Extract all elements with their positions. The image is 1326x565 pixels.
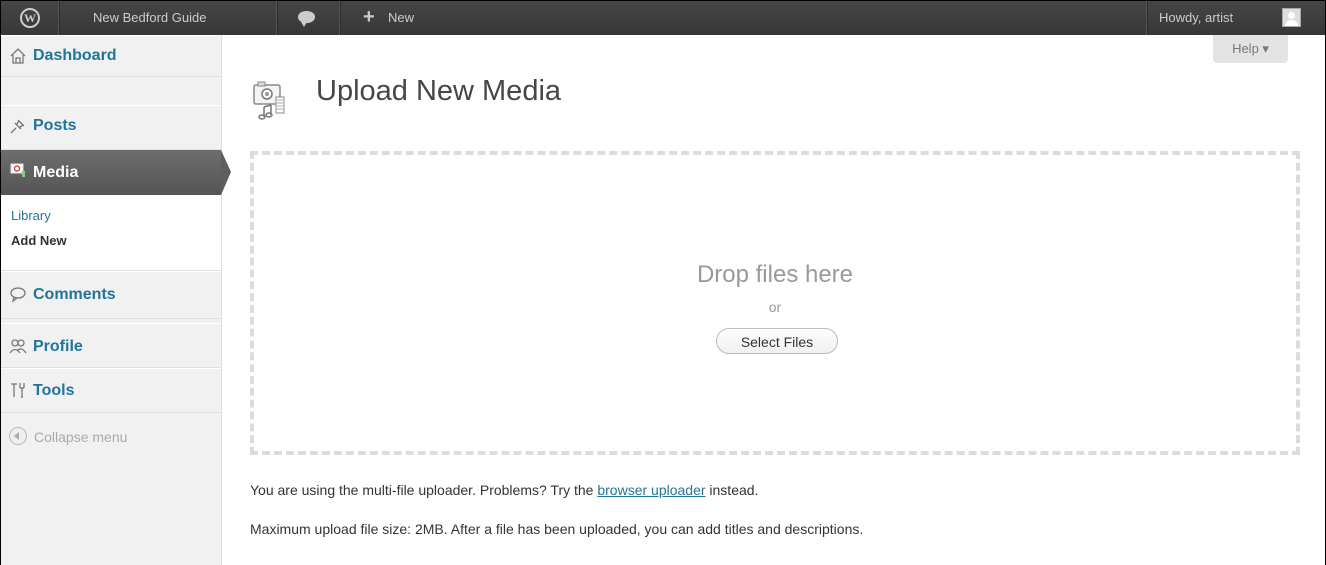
page-title: Upload New Media xyxy=(316,75,562,107)
uploader-info-line: You are using the multi-file uploader. P… xyxy=(250,482,758,498)
collapse-menu-label: Collapse menu xyxy=(34,429,128,445)
submenu-library[interactable]: Library xyxy=(11,208,51,223)
admin-bar-separator xyxy=(339,1,341,35)
pushpin-icon xyxy=(9,117,27,135)
new-content-link[interactable]: New xyxy=(388,1,414,35)
admin-bar-separator xyxy=(58,1,60,35)
wordpress-logo-icon[interactable]: W xyxy=(20,8,40,28)
howdy-account-link[interactable]: Howdy, artist xyxy=(1159,1,1233,35)
admin-bar-separator xyxy=(276,1,278,35)
upload-media-icon xyxy=(252,79,286,121)
browser-uploader-link[interactable]: browser uploader xyxy=(597,482,705,498)
drop-files-text: Drop files here xyxy=(696,261,854,288)
uploader-info-prefix: You are using the multi-file uploader. P… xyxy=(250,482,594,498)
active-menu-arrow xyxy=(221,150,231,195)
media-icon xyxy=(9,161,27,179)
sidebar-item-label: Comments xyxy=(33,286,116,303)
or-text: or xyxy=(768,299,782,315)
collapse-arrow-icon xyxy=(9,427,27,445)
collapse-menu-button[interactable]: Collapse menu xyxy=(9,427,127,445)
admin-bar-separator xyxy=(1146,1,1148,35)
admin-sidebar: Dashboard Posts Media Library Add New Co… xyxy=(1,35,231,565)
sidebar-item-comments[interactable]: Comments xyxy=(1,271,221,319)
sidebar-item-label: Profile xyxy=(33,338,83,355)
users-icon xyxy=(9,337,27,355)
sidebar-item-tools[interactable]: Tools xyxy=(1,368,221,413)
max-upload-size-text: Maximum upload file size: 2MB. After a f… xyxy=(250,521,864,537)
sidebar-item-label: Posts xyxy=(33,117,77,134)
site-name-link[interactable]: New Bedford Guide xyxy=(93,1,206,35)
sidebar-item-label: Tools xyxy=(33,382,75,399)
sidebar-item-dashboard[interactable]: Dashboard xyxy=(1,35,221,77)
tools-icon xyxy=(9,381,27,399)
comment-bubble-icon xyxy=(9,285,27,303)
admin-bar: W New Bedford Guide + New Howdy, artist xyxy=(1,1,1325,35)
file-drop-zone[interactable]: Drop files here or Select Files xyxy=(250,151,1300,455)
plus-icon: + xyxy=(363,6,375,28)
avatar[interactable] xyxy=(1282,8,1301,27)
sidebar-item-label: Dashboard xyxy=(33,47,117,64)
sidebar-item-label: Media xyxy=(33,164,79,181)
media-submenu: Library Add New xyxy=(1,195,221,271)
uploader-info-suffix: instead. xyxy=(709,482,759,498)
help-tab-button[interactable]: Help ▾ xyxy=(1213,35,1288,63)
sidebar-item-posts[interactable]: Posts xyxy=(1,105,221,150)
home-icon xyxy=(9,47,27,65)
submenu-add-new[interactable]: Add New xyxy=(11,233,67,248)
select-files-button[interactable]: Select Files xyxy=(716,328,838,354)
sidebar-item-media[interactable]: Media xyxy=(1,150,231,195)
sidebar-item-profile[interactable]: Profile xyxy=(1,323,221,368)
comments-icon[interactable] xyxy=(298,11,315,27)
